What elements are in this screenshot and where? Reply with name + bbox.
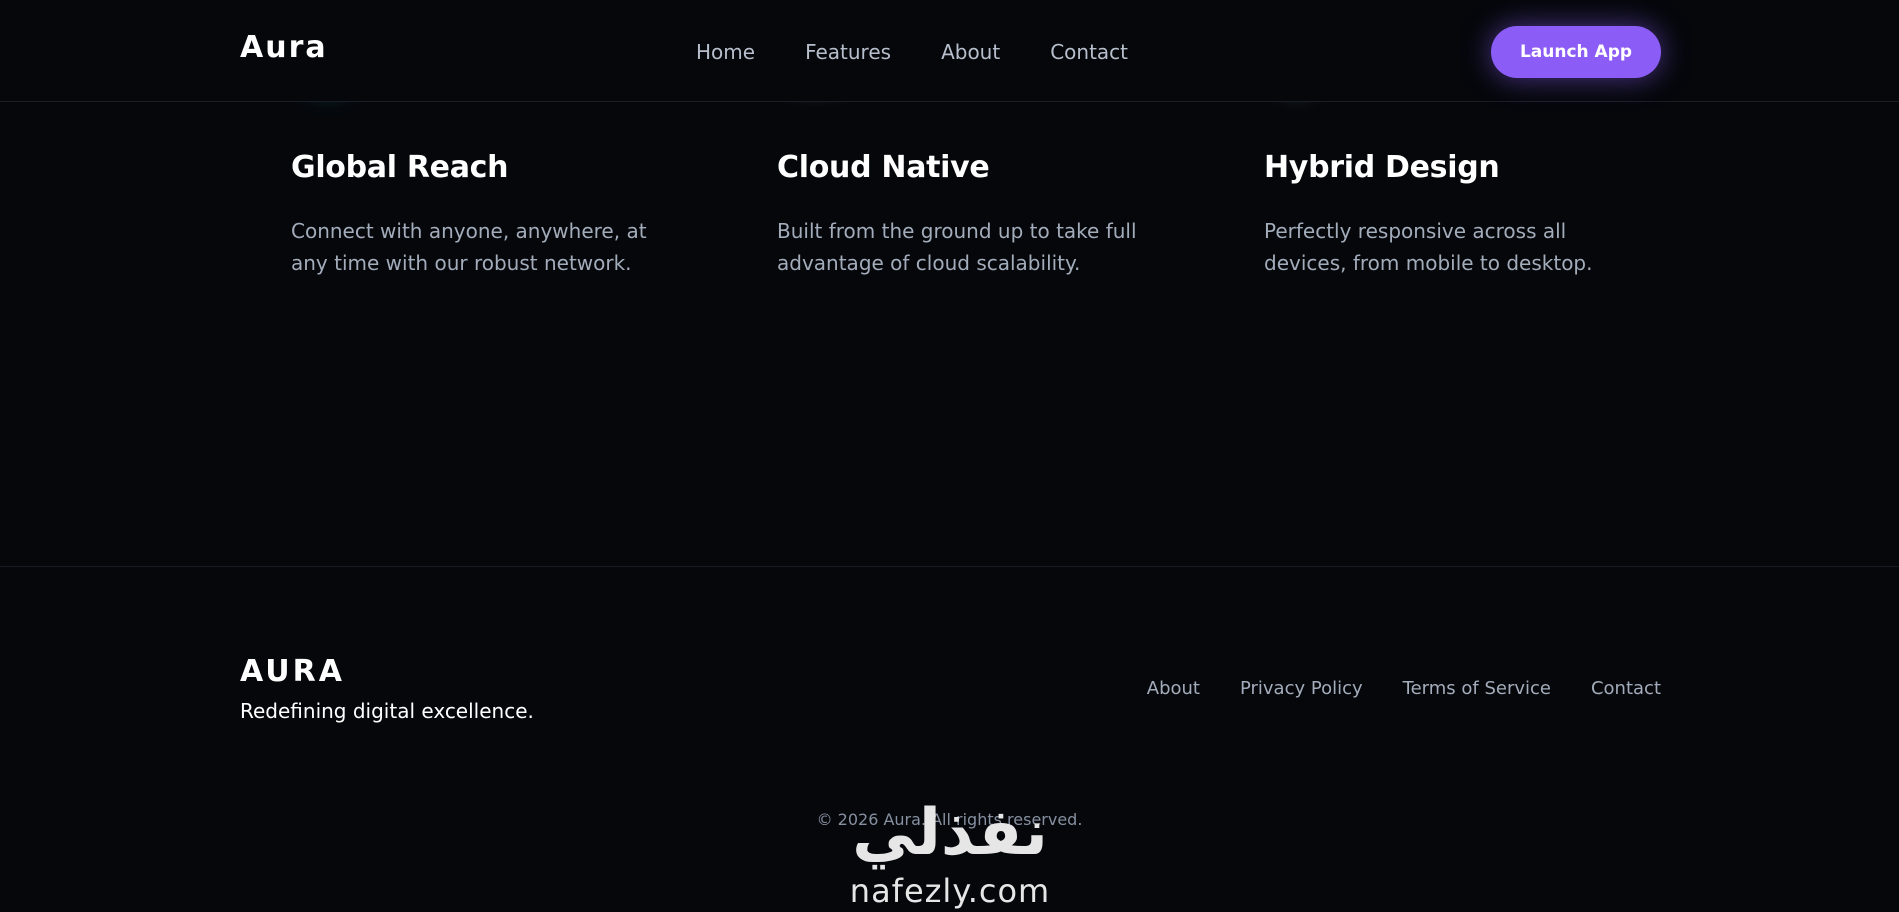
section-divider bbox=[0, 566, 1899, 567]
feature-description: Perfectly responsive across all devices,… bbox=[1264, 219, 1593, 275]
nav-link-about[interactable]: About bbox=[941, 40, 1000, 64]
nav-logo[interactable]: Aura bbox=[240, 30, 328, 65]
footer-links: About Privacy Policy Terms of Service Co… bbox=[1147, 678, 1661, 699]
feature-card-cloud-native: Cloud Native Built from the ground up to… bbox=[777, 150, 1157, 279]
footer-link-about[interactable]: About bbox=[1147, 678, 1200, 699]
footer-logo[interactable]: AURA bbox=[240, 654, 345, 689]
feature-title: Global Reach bbox=[291, 150, 509, 185]
feature-description: Built from the ground up to take full ad… bbox=[777, 219, 1137, 275]
footer-link-contact[interactable]: Contact bbox=[1591, 678, 1661, 699]
watermark: نفذلي nafezly.com bbox=[840, 796, 1060, 912]
nav-link-features[interactable]: Features bbox=[805, 40, 891, 64]
feature-card-global-reach: Global Reach Connect with anyone, anywhe… bbox=[291, 150, 671, 279]
feature-title: Hybrid Design bbox=[1264, 150, 1500, 185]
footer-link-privacy-policy[interactable]: Privacy Policy bbox=[1240, 678, 1363, 699]
launch-app-button[interactable]: Launch App bbox=[1491, 26, 1661, 78]
navbar: Aura Home Features About Contact Launch … bbox=[0, 0, 1899, 102]
feature-title: Cloud Native bbox=[777, 150, 990, 185]
watermark-arabic-text: نفذلي bbox=[852, 796, 1048, 870]
nav-link-home[interactable]: Home bbox=[696, 40, 755, 64]
nav-links: Home Features About Contact bbox=[696, 40, 1128, 64]
footer-tagline: Redefining digital excellence. bbox=[240, 699, 534, 723]
feature-card-hybrid-design: Hybrid Design Perfectly responsive acros… bbox=[1264, 150, 1644, 279]
watermark-url-text: nafezly.com bbox=[849, 872, 1051, 910]
nav-link-contact[interactable]: Contact bbox=[1050, 40, 1128, 64]
feature-description: Connect with anyone, anywhere, at any ti… bbox=[291, 219, 647, 275]
footer-link-terms-of-service[interactable]: Terms of Service bbox=[1403, 678, 1551, 699]
